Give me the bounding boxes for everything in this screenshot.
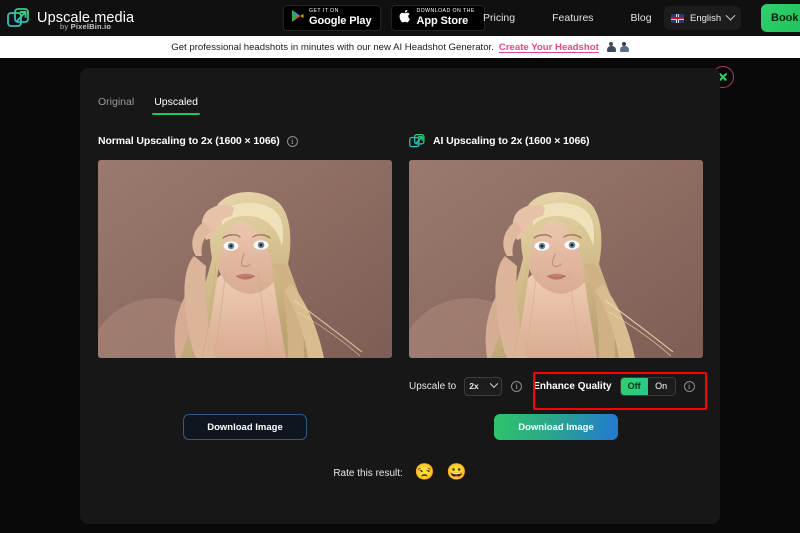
google-play-icon <box>291 9 304 28</box>
ai-upscale-header: AI Upscaling to 2x (1600 × 1066) <box>409 132 703 150</box>
enhance-quality-toggle[interactable]: Off On <box>619 376 676 396</box>
person-icon <box>619 41 629 53</box>
upscale-to-label: Upscale to <box>409 380 457 392</box>
brand-parent-name: PixelBin.io <box>70 22 112 31</box>
upscale-to-value: 2x <box>469 381 479 391</box>
apple-icon <box>399 9 411 28</box>
normal-upscale-title: Normal Upscaling to 2x (1600 × 1066) <box>98 135 280 147</box>
person-icon <box>606 41 616 53</box>
google-play-badge-label: Google Play <box>309 15 372 28</box>
main-nav: Pricing Features Blog <box>483 0 652 36</box>
store-badges: GET IT ON Google Play Download on the Ap… <box>283 5 485 31</box>
info-icon[interactable]: i <box>286 135 298 147</box>
nav-item-blog[interactable]: Blog <box>631 12 652 24</box>
enhance-quality-label: Enhance Quality <box>533 380 612 392</box>
normal-upscale-image <box>98 160 392 358</box>
ai-controls-row: Upscale to 2x i Enhance Quality Off On i <box>409 366 703 406</box>
google-play-badge-top: GET IT ON <box>309 7 339 14</box>
tab-upscaled[interactable]: Upscaled <box>152 96 200 115</box>
info-icon[interactable]: i <box>511 380 523 392</box>
chevron-down-icon <box>490 379 499 388</box>
result-tabs: Original Upscaled <box>98 96 200 115</box>
happy-face-emoji[interactable]: 😀 <box>447 465 467 481</box>
ai-upscale-title: AI Upscaling to 2x (1600 × 1066) <box>433 135 590 147</box>
rate-result-label: Rate this result: <box>333 467 403 479</box>
app-store-badge-label: App Store <box>416 15 469 28</box>
language-selector[interactable]: English <box>664 6 742 30</box>
normal-upscale-header: Normal Upscaling to 2x (1600 × 1066) i <box>98 132 392 150</box>
promo-banner-text: Get professional headshots in minutes wi… <box>171 41 494 53</box>
chevron-down-icon <box>725 10 736 21</box>
promo-banner: Get professional headshots in minutes wi… <box>0 36 800 58</box>
nav-item-features[interactable]: Features <box>552 12 593 24</box>
enhance-quality-on-option[interactable]: On <box>647 377 675 395</box>
promo-banner-icons <box>606 41 629 53</box>
book-a-demo-button[interactable]: Book a <box>761 4 800 32</box>
language-label: English <box>690 12 722 24</box>
upscale-to-select[interactable]: 2x <box>464 376 503 396</box>
brand-by-text: by <box>60 22 69 31</box>
comparison-columns: Normal Upscaling to 2x (1600 × 1066) i D… <box>98 132 703 448</box>
create-headshot-link[interactable]: Create Your Headshot <box>499 42 599 53</box>
upscale-logo-icon <box>7 7 31 29</box>
upscale-logo-icon <box>409 133 426 149</box>
ai-upscale-image <box>409 160 703 358</box>
app-store-badge[interactable]: Download on the App Store <box>391 5 485 31</box>
enhance-quality-off-option[interactable]: Off <box>620 377 648 395</box>
brand-subtitle: by PixelBin.io <box>60 22 111 31</box>
sad-face-emoji[interactable]: 😒 <box>415 465 435 481</box>
app-store-badge-top: Download on the <box>416 7 475 14</box>
download-image-button-ai[interactable]: Download Image <box>494 414 618 440</box>
info-icon[interactable]: i <box>683 380 695 392</box>
rate-result-row: Rate this result: 😒 😀 <box>80 460 720 486</box>
ai-upscale-column: AI Upscaling to 2x (1600 × 1066) Upscale… <box>409 132 703 448</box>
download-image-button-normal[interactable]: Download Image <box>183 414 307 440</box>
uk-flag-icon <box>671 13 684 23</box>
result-panel: Original Upscaled Normal Upscaling to 2x… <box>80 68 720 524</box>
enhance-quality-group: Enhance Quality Off On i <box>533 376 695 396</box>
normal-upscale-column: Normal Upscaling to 2x (1600 × 1066) i D… <box>98 132 392 448</box>
left-controls-spacer <box>98 366 392 406</box>
google-play-badge[interactable]: GET IT ON Google Play <box>283 5 382 31</box>
site-header: Upscale.media by PixelBin.io GET IT ON G… <box>0 0 800 36</box>
tab-original[interactable]: Original <box>98 96 134 115</box>
nav-item-pricing[interactable]: Pricing <box>483 12 515 24</box>
ai-download-row: Download Image <box>409 406 703 448</box>
app-page: Upscale.media by PixelBin.io GET IT ON G… <box>0 0 800 533</box>
left-download-row: Download Image <box>98 406 392 448</box>
